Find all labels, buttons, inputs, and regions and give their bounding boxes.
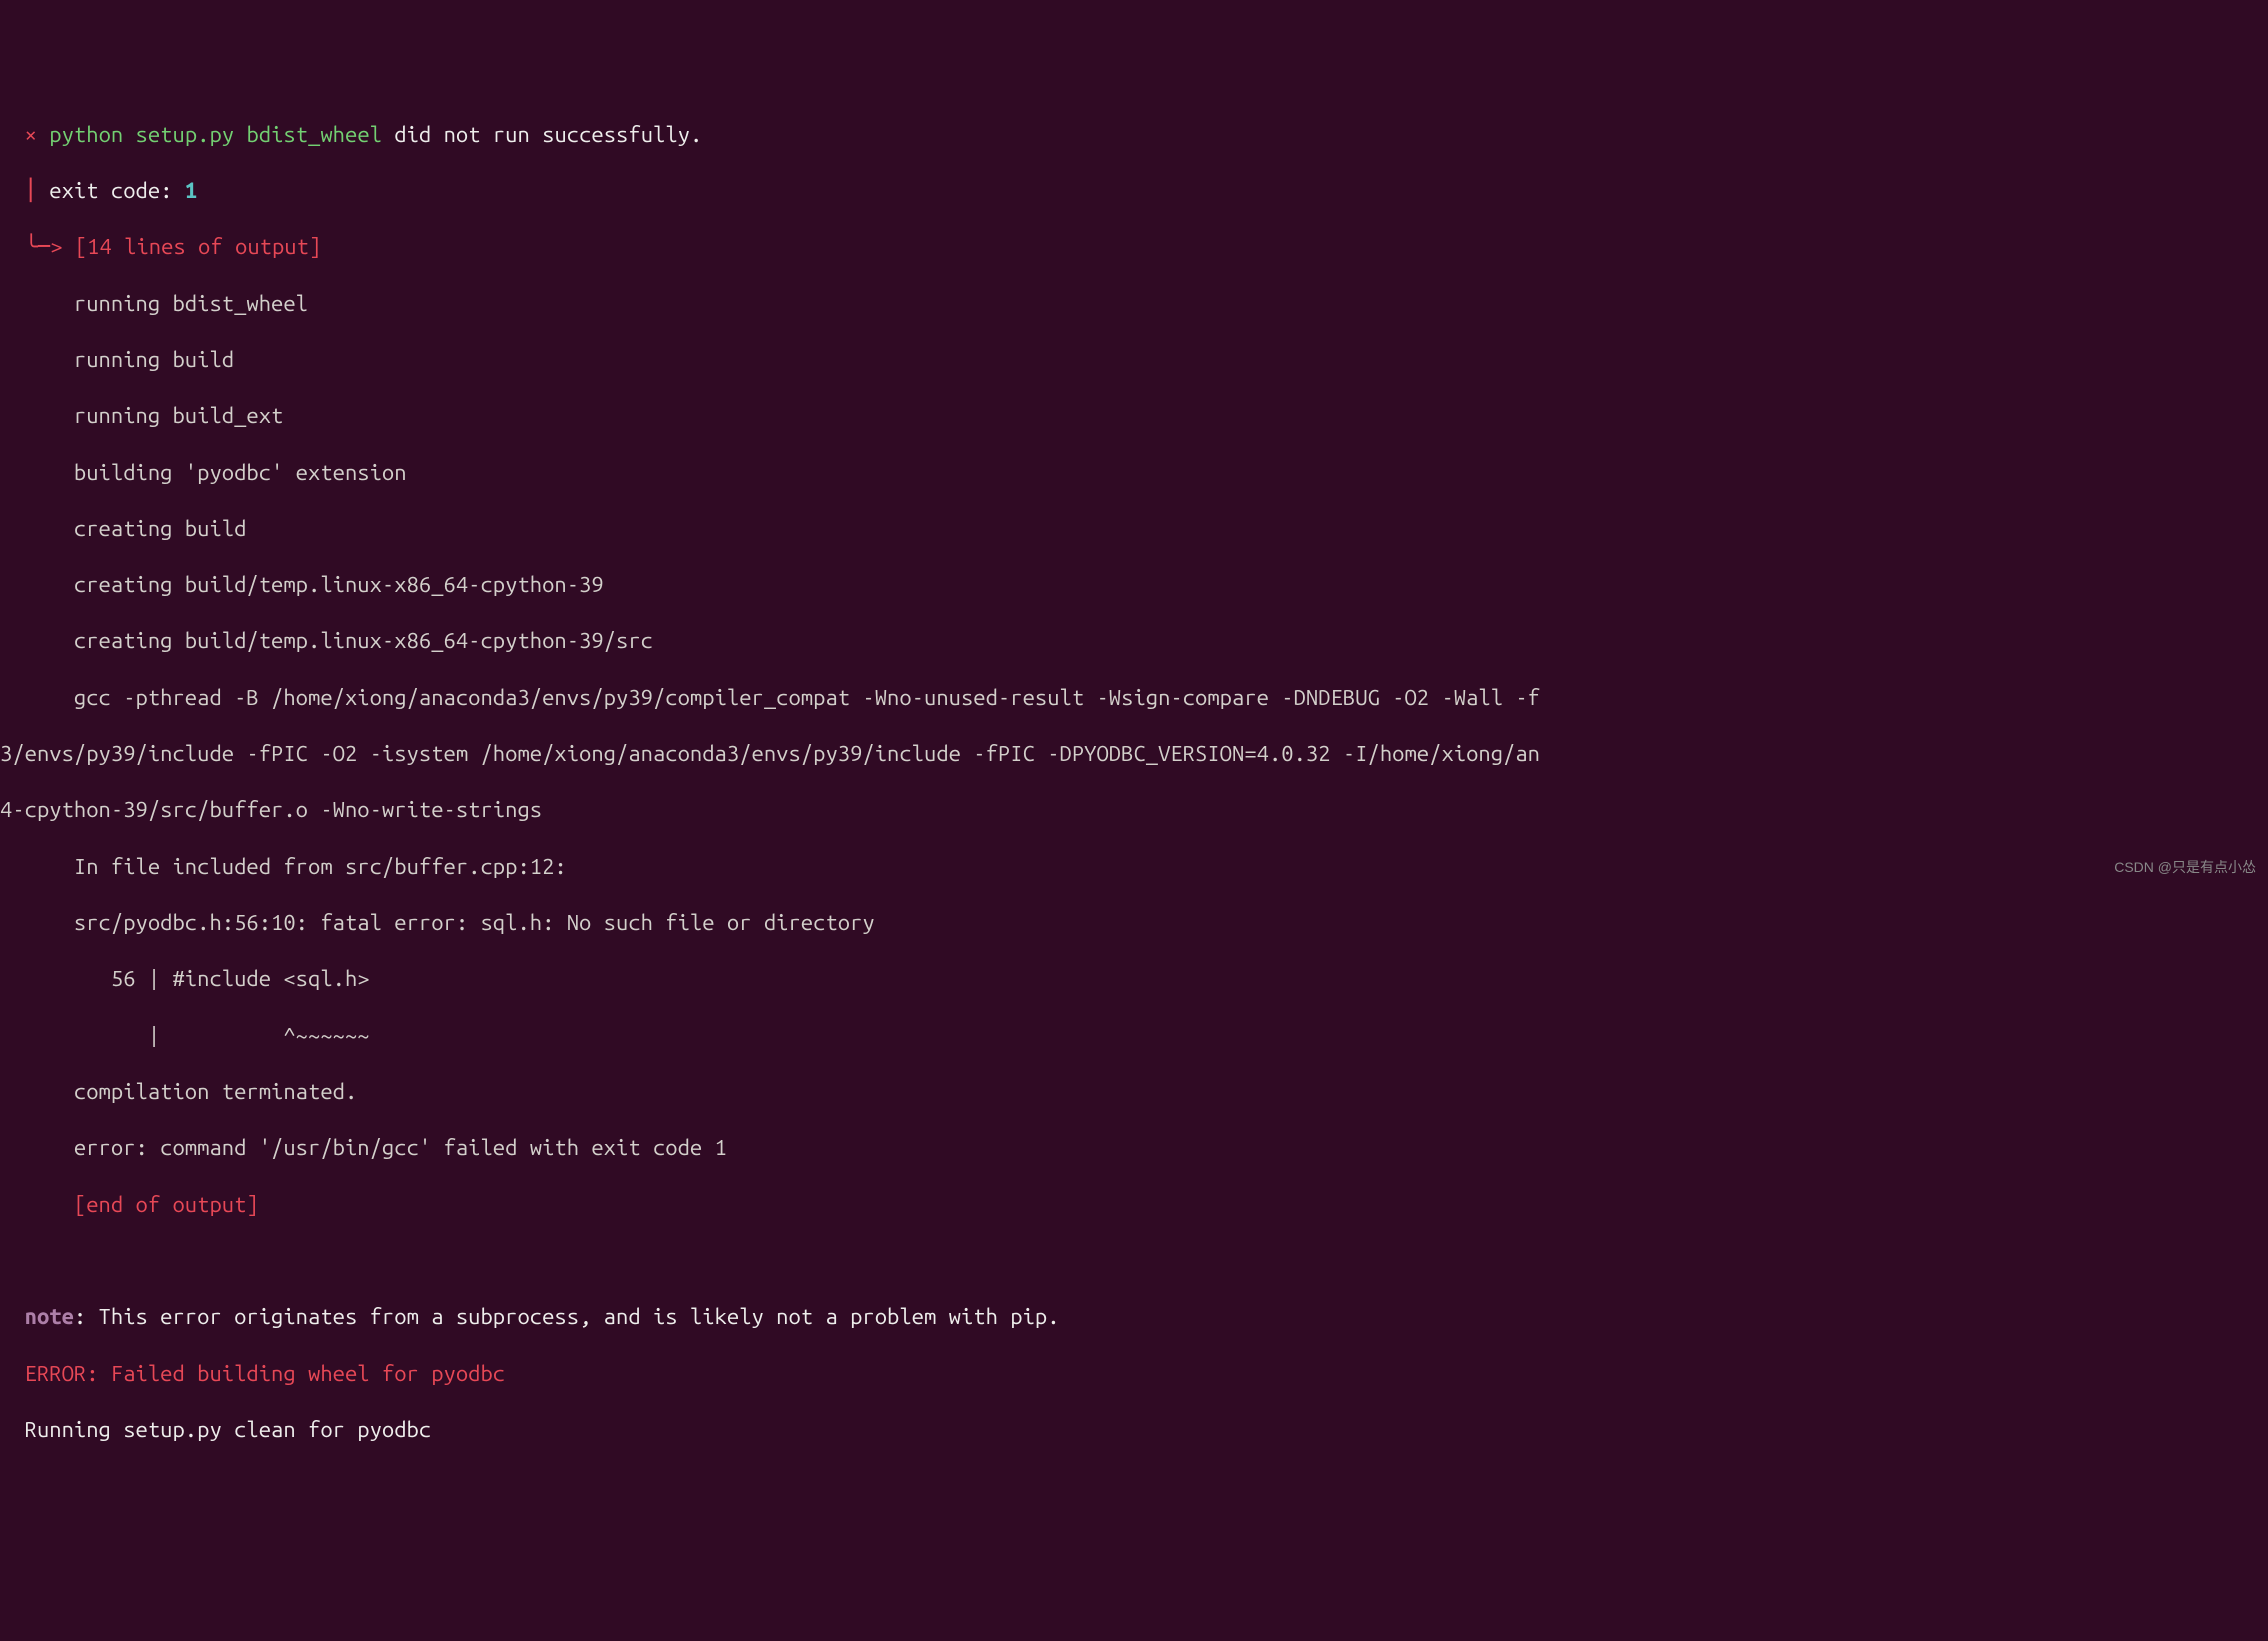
end-of-output: [end of output] xyxy=(74,1192,259,1217)
x-mark: × xyxy=(25,122,37,147)
output-line: gcc -pthread -B /home/xiong/anaconda3/en… xyxy=(0,684,2268,712)
output-line: running bdist_wheel xyxy=(0,290,2268,318)
output-line-wrap: 3/envs/py39/include -fPIC -O2 -isystem /… xyxy=(0,740,2268,768)
pipe-char: │ xyxy=(25,178,37,203)
blank-line xyxy=(0,1247,2268,1275)
cmd-python: python xyxy=(49,122,123,147)
output-line: In file included from src/buffer.cpp:12: xyxy=(0,853,2268,881)
error-failed: ERROR: Failed building wheel for pyodbc xyxy=(25,1361,505,1386)
cmd-setup: setup.py xyxy=(136,122,235,147)
output-line: 56 | #include <sql.h> xyxy=(0,965,2268,993)
output-header-line: ╰─> [14 lines of output] xyxy=(0,233,2268,261)
watermark: CSDN @只是有点小怂 xyxy=(2114,859,2256,877)
output-line: src/pyodbc.h:56:10: fatal error: sql.h: … xyxy=(0,909,2268,937)
error-msg: did not run successfully. xyxy=(382,122,702,147)
output-line: creating build/temp.linux-x86_64-cpython… xyxy=(0,571,2268,599)
note-line: note: This error originates from a subpr… xyxy=(0,1303,2268,1331)
output-line: creating build/temp.linux-x86_64-cpython… xyxy=(0,627,2268,655)
arrow: ╰─> xyxy=(25,234,63,259)
output-line: building 'pyodbc' extension xyxy=(0,459,2268,487)
exit-code-label: exit code: xyxy=(49,178,185,203)
output-line: | ^~~~~~~ xyxy=(0,1022,2268,1050)
output-line-wrap: 4-cpython-39/src/buffer.o -Wno-write-str… xyxy=(0,796,2268,824)
note-label: note xyxy=(25,1304,74,1329)
running-line: Running setup.py clean for pyodbc xyxy=(0,1416,2268,1444)
cmd-bdist: bdist_wheel xyxy=(246,122,382,147)
output-line: error: command '/usr/bin/gcc' failed wit… xyxy=(0,1134,2268,1162)
running-clean: Running setup.py clean for pyodbc xyxy=(25,1417,432,1442)
output-line: running build_ext xyxy=(0,402,2268,430)
output-line: creating build xyxy=(0,515,2268,543)
output-line: compilation terminated. xyxy=(0,1078,2268,1106)
output-line: running build xyxy=(0,346,2268,374)
error-line: ERROR: Failed building wheel for pyodbc xyxy=(0,1360,2268,1388)
note-text: : This error originates from a subproces… xyxy=(74,1304,1060,1329)
exit-code-value: 1 xyxy=(185,178,197,203)
error-header-line: × python setup.py bdist_wheel did not ru… xyxy=(0,121,2268,149)
lines-of-output: [14 lines of output] xyxy=(75,234,321,259)
end-output-line: [end of output] xyxy=(0,1191,2268,1219)
exit-code-line: │ exit code: 1 xyxy=(0,177,2268,205)
